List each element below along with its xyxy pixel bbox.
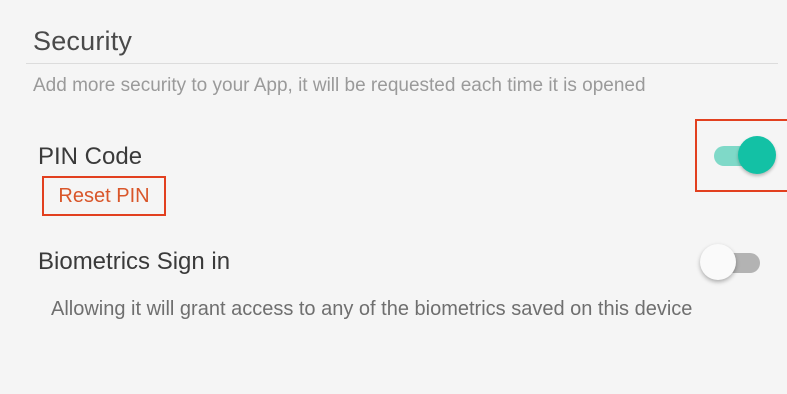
pin-code-toggle[interactable]: [714, 136, 776, 176]
reset-pin-button[interactable]: Reset PIN: [42, 176, 166, 216]
security-settings-screen: Security Add more security to your App, …: [0, 0, 787, 394]
biometrics-toggle[interactable]: [700, 244, 760, 280]
toggle-thumb: [738, 136, 776, 174]
divider: [26, 63, 778, 64]
reset-pin-label: Reset PIN: [58, 184, 150, 207]
biometrics-label: Biometrics Sign in: [38, 248, 231, 275]
biometrics-description: Allowing it will grant access to any of …: [51, 298, 693, 320]
toggle-thumb: [700, 244, 736, 280]
pin-code-label: PIN Code: [38, 143, 143, 170]
section-title: Security: [33, 26, 133, 56]
section-description: Add more security to your App, it will b…: [33, 75, 646, 96]
